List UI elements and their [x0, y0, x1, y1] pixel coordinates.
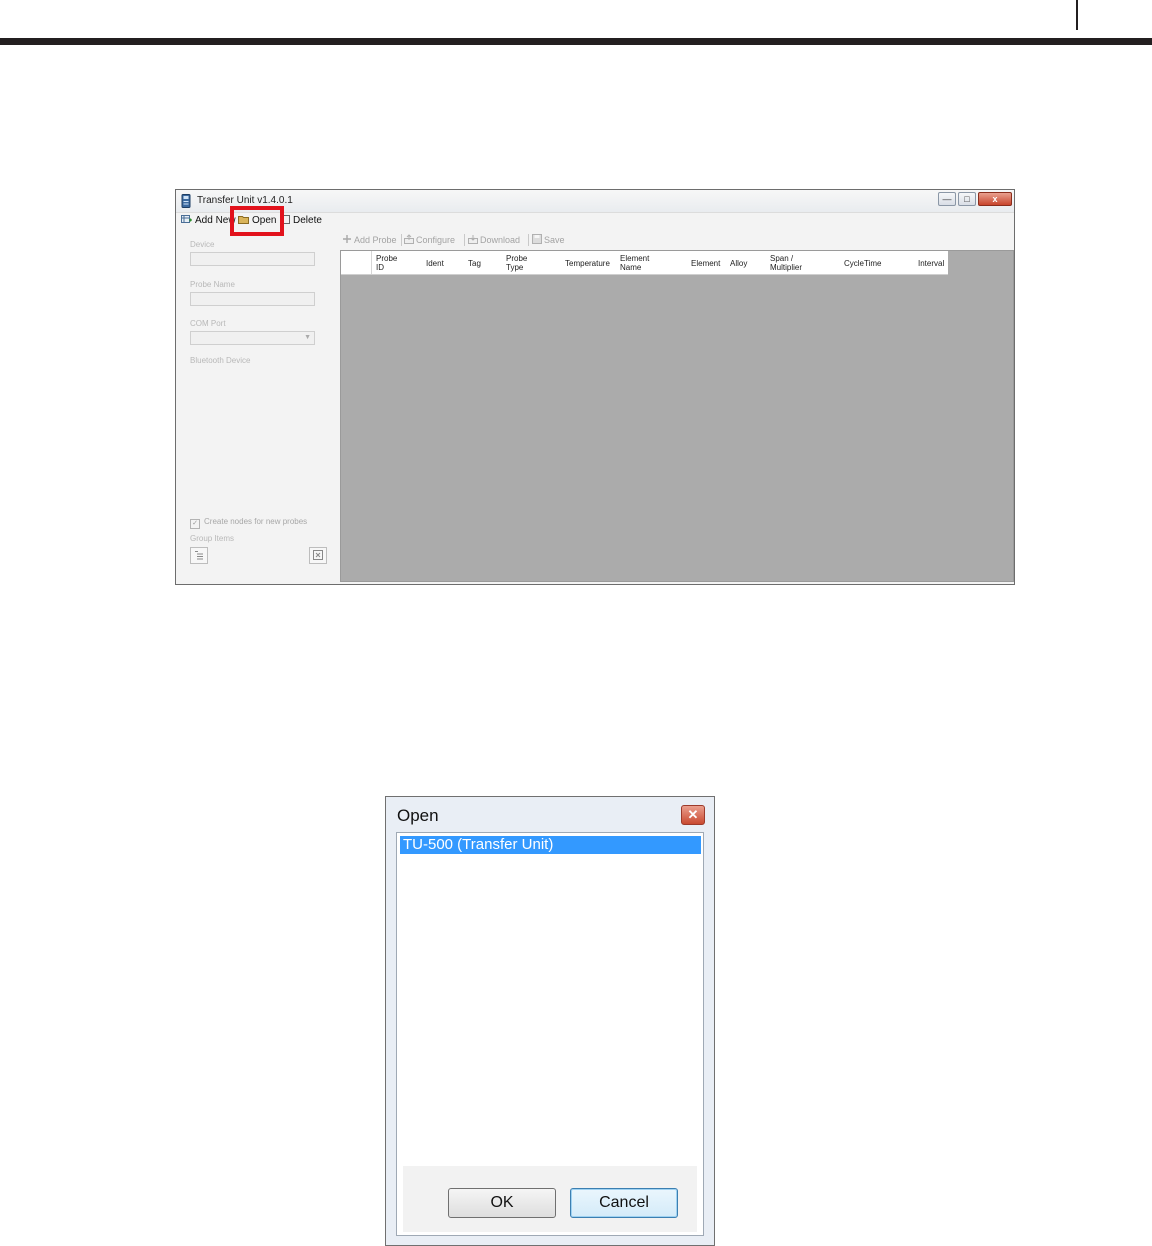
menu-bar: Add New Open Delete: [176, 212, 1014, 230]
cancel-button[interactable]: Cancel: [570, 1188, 678, 1218]
dialog-close-button[interactable]: ✕: [681, 805, 705, 825]
dialog-body: TU-500 (Transfer Unit) OK Cancel: [396, 832, 704, 1236]
create-nodes-checkbox[interactable]: ✓: [190, 519, 200, 529]
configure-label: Configure: [416, 235, 456, 245]
delete-button[interactable]: Delete: [283, 214, 322, 228]
add-table-icon: [181, 215, 192, 223]
probe-grid[interactable]: Probe ID Ident Tag Probe Type Temperature …: [340, 250, 1014, 582]
plus-icon: [343, 235, 351, 243]
chevron-down-icon: ▼: [304, 334, 311, 341]
delete-icon: [283, 215, 290, 224]
column-header[interactable]: Element: [691, 259, 720, 268]
upload-icon: [404, 234, 414, 244]
remove-group-button[interactable]: [309, 547, 327, 564]
column-header[interactable]: Span / Multiplier: [770, 254, 802, 272]
probe-name-label: Probe Name: [190, 280, 235, 289]
create-nodes-option[interactable]: ✓ Create nodes for new probes: [190, 517, 307, 529]
ok-button[interactable]: OK: [448, 1188, 556, 1218]
column-header[interactable]: Ident: [426, 259, 444, 268]
com-port-label: COM Port: [190, 319, 226, 328]
create-nodes-label: Create nodes for new probes: [204, 517, 308, 526]
transfer-unit-window: Transfer Unit v1.4.0.1 — □ x Add New Ope…: [175, 189, 1015, 585]
add-new-button[interactable]: Add New: [181, 214, 236, 228]
toolbar-separator: [401, 234, 402, 246]
device-panel: Device Probe Name COM Port ▼ Bluetooth D…: [184, 234, 334, 574]
save-label: Save: [544, 235, 565, 245]
group-items-button[interactable]: [190, 547, 208, 564]
add-probe-button[interactable]: Add Probe: [342, 234, 397, 245]
group-items-label: Group Items: [190, 534, 235, 543]
list-item[interactable]: TU-500 (Transfer Unit): [400, 836, 701, 854]
grid-corner-cell: [341, 251, 372, 274]
maximize-button[interactable]: □: [958, 192, 976, 206]
download-icon: [468, 235, 478, 244]
toolbar-separator: [464, 234, 465, 246]
page-header-rule: [0, 38, 1152, 45]
save-icon: [532, 234, 542, 244]
remove-icon: [313, 550, 323, 560]
open-dialog: Open ✕ TU-500 (Transfer Unit) OK Cancel: [385, 796, 715, 1246]
device-label: Device: [190, 240, 215, 249]
configure-button[interactable]: Configure: [404, 234, 455, 245]
download-label: Download: [480, 235, 521, 245]
column-header[interactable]: Alloy: [730, 259, 747, 268]
list-icon: [195, 551, 203, 560]
device-field[interactable]: [190, 252, 315, 266]
close-button[interactable]: x: [978, 192, 1012, 206]
delete-label: Delete: [293, 215, 322, 226]
add-probe-label: Add Probe: [354, 235, 397, 245]
device-listbox[interactable]: TU-500 (Transfer Unit): [399, 835, 701, 1165]
com-port-select[interactable]: ▼: [190, 331, 315, 345]
save-button[interactable]: Save: [532, 234, 565, 245]
probe-name-field[interactable]: [190, 292, 315, 306]
column-header[interactable]: Tag: [468, 259, 481, 268]
column-header[interactable]: Temperature: [565, 259, 610, 268]
title-bar[interactable]: Transfer Unit v1.4.0.1 — □ x: [176, 190, 1014, 213]
app-icon: [181, 194, 191, 208]
minimize-button[interactable]: —: [938, 192, 956, 206]
bluetooth-device-label: Bluetooth Device: [190, 356, 251, 365]
download-button[interactable]: Download: [468, 234, 520, 245]
column-header[interactable]: CycleTime: [844, 259, 881, 268]
column-header[interactable]: Probe Type: [506, 254, 527, 272]
probe-toolbar: Add Probe Configure Download Save: [342, 232, 762, 248]
toolbar-separator: [528, 234, 529, 246]
grid-header: Probe ID Ident Tag Probe Type Temperature …: [341, 251, 948, 275]
column-header[interactable]: Element Name: [620, 254, 649, 272]
column-header[interactable]: Interval: [918, 259, 944, 268]
column-header[interactable]: Probe ID: [376, 254, 397, 272]
page-header-tick: [1076, 0, 1078, 30]
dialog-title: Open: [397, 806, 439, 825]
window-title: Transfer Unit v1.4.0.1: [197, 195, 293, 206]
open-highlight-annotation: [230, 206, 284, 236]
